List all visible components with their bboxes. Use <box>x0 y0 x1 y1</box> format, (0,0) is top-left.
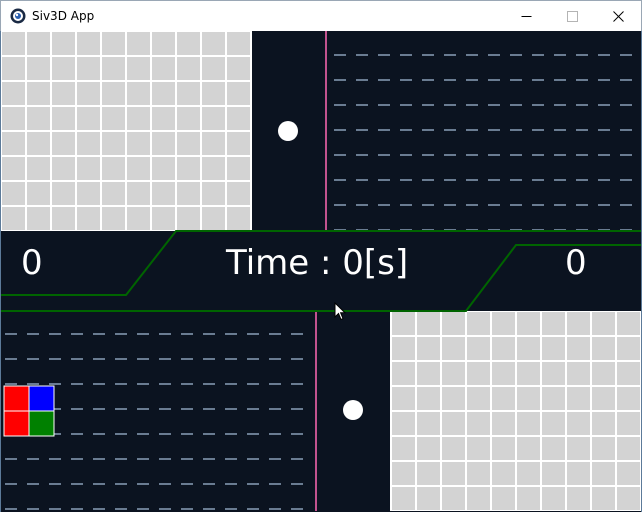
window-title: Siv3D App <box>32 9 95 23</box>
maximize-icon <box>567 11 578 22</box>
minimize-button[interactable] <box>504 1 550 32</box>
grid-board-top-left <box>1 31 252 232</box>
title-bar[interactable]: Siv3D App <box>0 0 642 31</box>
piece-cell <box>3 385 30 412</box>
timer-label: Time : 0[s] <box>226 243 409 283</box>
maximize-button[interactable] <box>550 1 596 32</box>
piece-cell <box>28 385 55 412</box>
ball-top <box>278 121 298 141</box>
grid-board-bottom-right <box>390 310 641 511</box>
siv3d-app-icon <box>10 8 26 24</box>
score-left: 0 <box>21 243 43 283</box>
piece-cell <box>3 410 30 437</box>
close-icon <box>613 11 624 22</box>
mouse-cursor-icon <box>334 302 347 321</box>
minimize-icon <box>521 16 532 17</box>
ball-bottom <box>343 400 363 420</box>
falling-piece <box>3 385 55 437</box>
close-button[interactable] <box>596 1 642 32</box>
piece-cell <box>28 410 55 437</box>
score-right: 0 <box>565 243 587 283</box>
